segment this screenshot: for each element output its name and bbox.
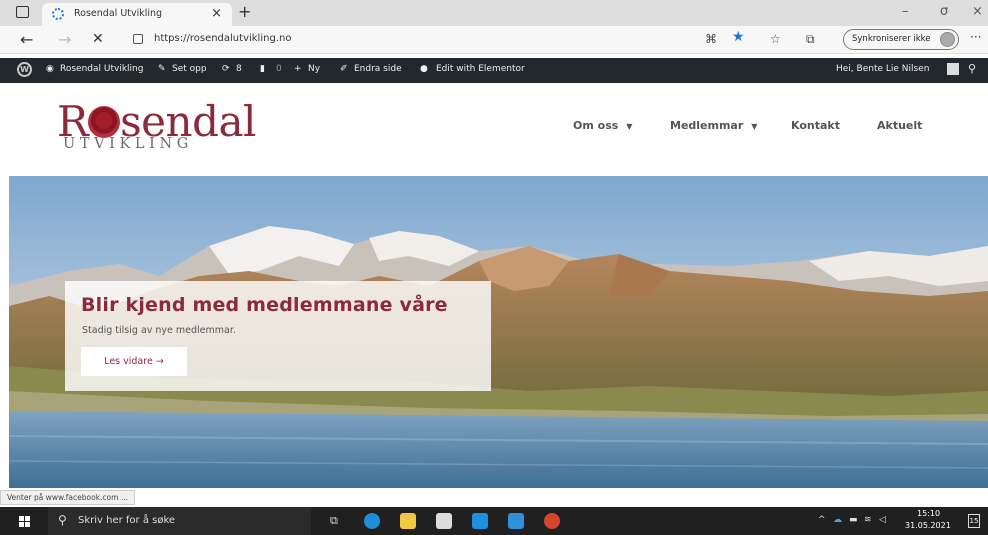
taskbar-search[interactable]: ⚲ Skriv her for å søke [48,507,311,535]
site-header: Rsendal UTVIKLING Om oss ▼ Medlemmar ▼ Kon… [0,83,988,176]
favorite-star-icon[interactable]: ★ [732,29,745,45]
clock-time[interactable]: 15:10 [917,509,940,518]
maximize-button[interactable]: σ [940,4,948,19]
powerpoint-icon[interactable] [544,513,560,529]
favorites-icon[interactable]: ☆ [770,32,781,46]
stop-button[interactable]: ✕ [92,31,104,47]
updates-icon: ⟳ [222,64,230,74]
search-icon[interactable]: ⚲ [968,62,976,75]
chevron-down-icon: ▼ [626,122,633,131]
sync-button[interactable]: Synkroniserer ikke [843,29,959,50]
minimize-button[interactable]: – [902,4,909,19]
pencil-icon: ✐ [340,64,348,74]
menu-item-om-oss[interactable]: Om oss ▼ [573,119,632,132]
logo-subtitle: UTVIKLING [63,136,193,152]
status-text: Venter på www.facebook.com ... [0,490,135,505]
file-explorer-icon[interactable] [400,513,416,529]
taskbar-search-placeholder: Skriv her for å søke [78,515,176,526]
windows-start-icon[interactable] [19,516,31,528]
dashboard-icon: ◉ [46,64,54,74]
task-view-icon[interactable]: ⧉ [330,514,338,528]
plus-icon: + [294,64,302,74]
adminbar-edit-page[interactable]: Endra side [354,64,402,74]
menu-item-aktuelt[interactable]: Aktuelt [877,119,922,132]
back-button[interactable]: ← [20,30,33,49]
adminbar-updates-count[interactable]: 8 [236,64,242,74]
edge-browser-icon[interactable] [364,513,380,529]
elementor-icon: ● [420,64,428,74]
more-menu-icon[interactable]: ··· [970,30,981,44]
store-icon[interactable] [436,513,452,529]
onedrive-icon[interactable]: ☁ [833,515,842,525]
browser-tab[interactable]: Rosendal Utvikling × [42,3,232,26]
browser-tab-strip: Rosendal Utvikling × + – σ × [0,0,988,26]
rose-icon [88,106,121,138]
menu-item-medlemmar[interactable]: Medlemmar ▼ [670,119,757,132]
wp-admin-bar: W ◉ Rosendal Utvikling ✎ Set opp ⟳ 8 ▮ 0… [0,58,988,83]
comments-icon: ▮ [260,64,265,74]
new-tab-button[interactable]: + [238,2,251,21]
loading-icon [52,8,64,20]
read-more-button[interactable]: Les vidare → [81,347,187,376]
sync-label: Synkroniserer ikke [852,34,931,44]
close-window-button[interactable]: × [972,4,983,19]
volume-icon[interactable]: ◁ [879,515,886,525]
wordpress-logo-icon[interactable]: W [17,62,32,77]
menu-label: Om oss [573,119,619,132]
hero-banner: Blir kjend med medlemmane våre Stadig ti… [9,176,988,488]
hero-subtitle: Stadig tilsig av nye medlemmar. [82,325,236,336]
wifi-icon[interactable]: ≋ [864,515,872,525]
battery-icon[interactable]: ▬ [849,515,858,525]
chevron-down-icon: ▼ [751,122,758,131]
clock-date[interactable]: 31.05.2021 [905,521,951,530]
hero-card: Blir kjend med medlemmane våre Stadig ti… [65,281,491,391]
collections-icon[interactable]: ⧉ [806,32,815,47]
adminbar-setup[interactable]: Set opp [172,64,207,74]
site-info-icon[interactable] [133,34,143,44]
menu-item-kontakt[interactable]: Kontakt [791,119,840,132]
profile-avatar [940,32,955,47]
notifications-icon[interactable]: 15 [968,514,980,528]
tab-title: Rosendal Utvikling [74,8,163,19]
status-bar: Venter på www.facebook.com ... [0,490,988,506]
search-icon: ⚲ [58,513,67,527]
forward-button[interactable]: → [58,30,71,49]
adminbar-greeting[interactable]: Hei, Bente Lie Nilsen [836,64,929,74]
tab-close-icon[interactable]: × [211,6,222,21]
brush-icon: ✎ [158,64,166,74]
l-app-icon[interactable] [472,513,488,529]
chevron-up-icon[interactable]: ^ [818,515,826,525]
adminbar-new[interactable]: Ny [308,64,320,74]
adminbar-comments-count[interactable]: 0 [276,64,282,74]
address-bar: ← → ✕ https://rosendalutvikling.no ⌘ ★ ☆… [0,26,988,54]
taskbar: ⚲ Skriv her for å søke ⧉ ^ ☁ ▬ ≋ ◁ 15:10… [0,507,988,535]
adminbar-site-name[interactable]: Rosendal Utvikling [60,64,143,74]
adminbar-elementor[interactable]: Edit with Elementor [436,64,525,74]
outlook-icon[interactable] [508,513,524,529]
url-field[interactable]: https://rosendalutvikling.no [154,33,291,44]
hero-title: Blir kjend med medlemmane våre [81,294,448,316]
reader-view-icon[interactable]: ⌘ [705,32,717,46]
user-avatar[interactable] [947,63,959,75]
tab-actions-icon[interactable] [16,6,29,18]
menu-label: Medlemmar [670,119,744,132]
